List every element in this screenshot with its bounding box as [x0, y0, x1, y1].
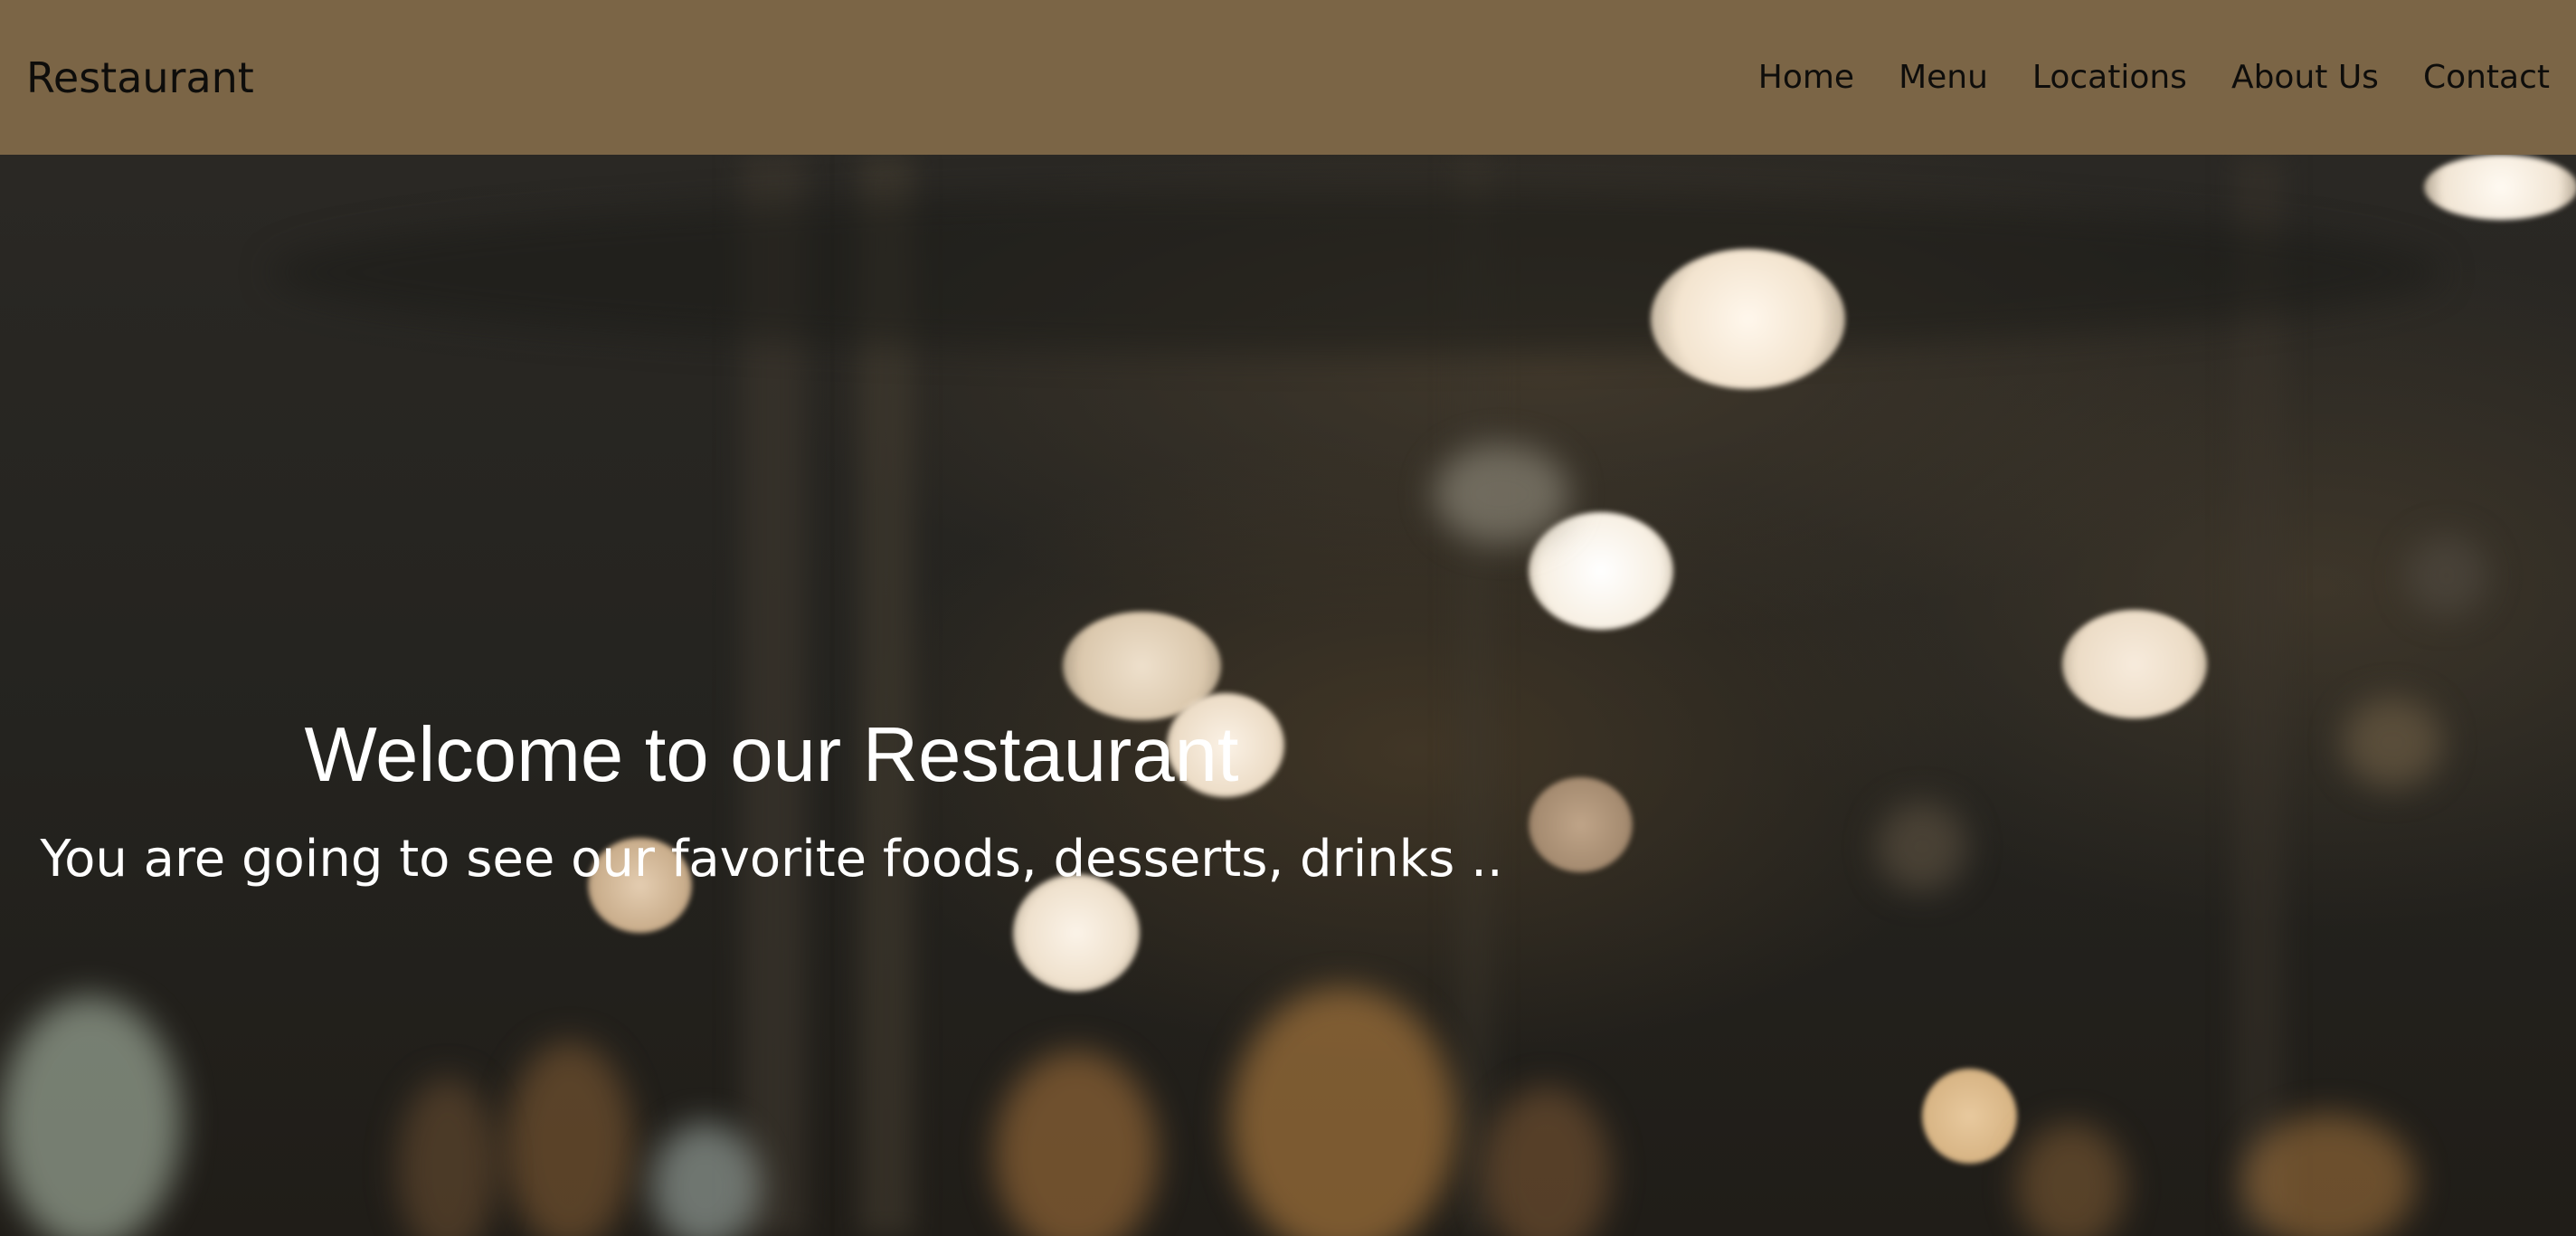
nav-home[interactable]: Home [1758, 61, 1854, 94]
brand-logo[interactable]: Restaurant [26, 57, 254, 99]
nav-locations[interactable]: Locations [2032, 61, 2187, 94]
nav-menu: Home Menu Locations About Us Contact [1758, 61, 2550, 94]
hero-subtitle: You are going to see our favorite foods,… [40, 830, 1503, 889]
nav-contact[interactable]: Contact [2423, 61, 2550, 94]
navbar: Restaurant Home Menu Locations About Us … [0, 0, 2576, 155]
hero-background-image [0, 155, 2576, 1236]
page: Restaurant Home Menu Locations About Us … [0, 0, 2576, 1236]
nav-about-us[interactable]: About Us [2231, 61, 2379, 94]
hero-section: Welcome to our Restaurant You are going … [0, 155, 2576, 1236]
hero-title: Welcome to our Restaurant [304, 712, 1239, 798]
nav-menu-link[interactable]: Menu [1899, 61, 1988, 94]
